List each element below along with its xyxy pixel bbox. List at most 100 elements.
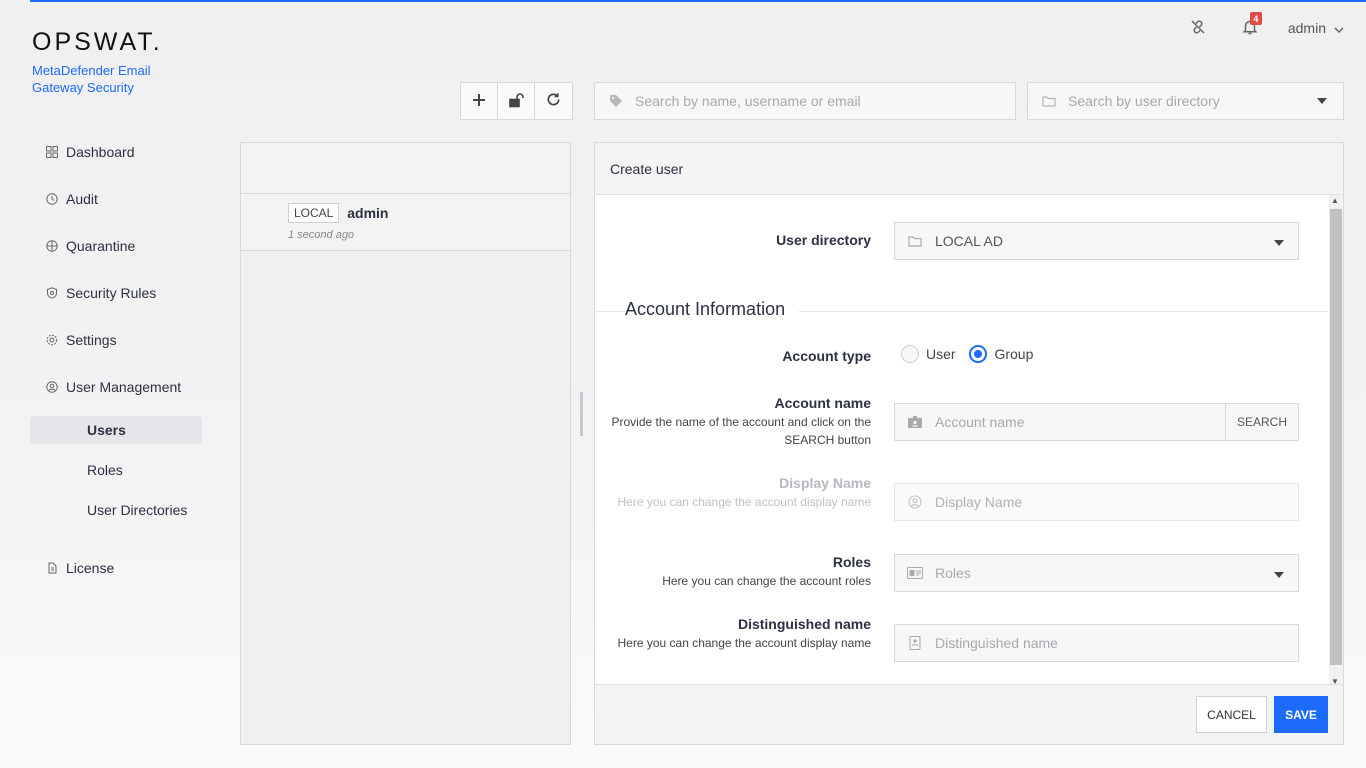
section-title: Account Information: [625, 299, 800, 320]
account-name-field[interactable]: Account name SEARCH: [894, 403, 1299, 441]
radio-user-label: User: [926, 346, 956, 362]
user-directory-select[interactable]: LOCAL AD: [894, 222, 1299, 260]
unlink-icon: [1189, 18, 1207, 39]
gear-icon: [46, 334, 58, 346]
unlock-icon: [508, 92, 524, 111]
list-toolbar: [460, 82, 573, 120]
folder-icon: [1042, 95, 1056, 107]
account-type-radios: User Group: [901, 345, 1043, 366]
dashboard-icon: [46, 145, 58, 158]
sidebar-item-label: Audit: [66, 190, 98, 207]
plus-icon: [472, 93, 486, 110]
chevron-down-icon: [1334, 20, 1344, 36]
sidebar-item-settings[interactable]: Settings: [30, 316, 202, 363]
create-user-panel: Create user User directory LOCAL AD Acco…: [594, 142, 1344, 745]
add-user-button[interactable]: [461, 83, 498, 119]
user-management-icon: [46, 380, 58, 393]
user-name: admin: [347, 205, 389, 221]
sidebar-item-label: License: [66, 559, 115, 576]
scrollbar-thumb[interactable]: [1330, 209, 1342, 665]
user-timestamp: 1 second ago: [288, 229, 355, 241]
header-actions: 4 admin: [1184, 12, 1344, 42]
directory-filter-placeholder: Search by user directory: [1068, 93, 1220, 109]
user-directory-value: LOCAL AD: [935, 233, 1003, 249]
save-button[interactable]: SAVE: [1274, 696, 1328, 733]
roles-placeholder: Roles: [935, 565, 971, 581]
radio-user-circle[interactable]: [901, 345, 919, 363]
panel-title: Create user: [595, 143, 1343, 195]
scroll-up-arrow[interactable]: ▲: [1331, 196, 1339, 205]
sidebar-subitem-users[interactable]: Users: [30, 416, 202, 444]
display-name-field[interactable]: Display Name: [894, 483, 1299, 521]
table-row[interactable]: LOCAL admin 1 second ago: [241, 194, 570, 251]
distinguished-name-field[interactable]: Distinguished name: [894, 624, 1299, 662]
sidebar-item-dashboard[interactable]: Dashboard: [30, 128, 202, 175]
contact-card-icon: [907, 636, 923, 650]
user-menu[interactable]: admin: [1288, 20, 1344, 36]
radio-group-circle[interactable]: [969, 345, 988, 363]
user-search-input[interactable]: [635, 93, 1015, 109]
product-name: MetaDefender Email Gateway Security: [32, 63, 151, 95]
caret-down-icon: [1274, 565, 1284, 581]
unlock-button[interactable]: [498, 83, 535, 119]
radio-user[interactable]: User: [901, 345, 956, 363]
account-type-label: Account type: [782, 348, 871, 364]
create-user-form: User directory LOCAL AD Account Informat…: [595, 195, 1328, 685]
tag-icon: [609, 94, 623, 108]
top-accent-line: [30, 0, 1366, 2]
sidebar: Dashboard Audit Quarantine Security Rule…: [30, 128, 202, 591]
user-list-header: [241, 143, 570, 194]
sidebar-item-audit[interactable]: Audit: [30, 175, 202, 222]
sidebar-item-user-management[interactable]: User Management: [30, 363, 202, 410]
quarantine-icon: [46, 239, 58, 252]
notifications-button[interactable]: 4: [1236, 12, 1264, 42]
sidebar-item-label: Dashboard: [66, 143, 135, 160]
disconnect-button[interactable]: [1184, 14, 1212, 42]
user-list-panel: LOCAL admin 1 second ago: [240, 142, 571, 745]
sidebar-subitem-user-directories[interactable]: User Directories: [30, 490, 202, 530]
distinguished-name-placeholder: Distinguished name: [935, 635, 1058, 651]
directory-filter-select[interactable]: Search by user directory: [1027, 82, 1344, 120]
roles-label: Roles: [832, 554, 871, 570]
notification-badge: 4: [1249, 12, 1262, 25]
sidebar-item-license[interactable]: License: [30, 544, 202, 591]
cancel-button[interactable]: CANCEL: [1196, 696, 1267, 733]
folder-icon: [907, 235, 923, 247]
display-name-label: Display Name: [779, 475, 871, 491]
radio-group[interactable]: Group: [969, 345, 1033, 363]
panel-resize-handle[interactable]: [580, 392, 583, 436]
distinguished-name-description: Here you can change the account display …: [617, 636, 872, 650]
sidebar-item-label: Security Rules: [66, 284, 157, 301]
display-name-placeholder: Display Name: [935, 494, 1023, 510]
id-badge-icon: [907, 415, 923, 429]
refresh-button[interactable]: [535, 83, 572, 119]
sidebar-item-label: Quarantine: [66, 237, 136, 254]
sidebar-subitem-roles[interactable]: Roles: [30, 450, 202, 490]
id-card-icon: [907, 567, 923, 579]
license-icon: [46, 562, 58, 574]
distinguished-name-label: Distinguished name: [737, 616, 871, 632]
caret-down-icon: [1317, 98, 1327, 104]
sidebar-item-quarantine[interactable]: Quarantine: [30, 222, 202, 269]
account-search-button[interactable]: SEARCH: [1224, 404, 1298, 440]
audit-icon: [46, 192, 58, 205]
sidebar-item-security-rules[interactable]: Security Rules: [30, 269, 202, 316]
sidebar-item-label: Settings: [66, 331, 117, 348]
user-directory-label: User directory: [776, 232, 871, 248]
brand-logo[interactable]: OPSWAT. MetaDefender Email Gateway Secur…: [32, 28, 172, 96]
sidebar-item-label: User Management: [66, 378, 182, 395]
radio-group-label: Group: [994, 346, 1034, 362]
roles-description: Here you can change the account roles: [662, 574, 871, 588]
shield-icon: [46, 286, 58, 299]
roles-select[interactable]: Roles: [894, 554, 1299, 592]
form-footer: CANCEL SAVE: [595, 684, 1343, 744]
username: admin: [1287, 20, 1326, 36]
opswat-logo: OPSWAT.: [32, 28, 163, 56]
form-scrollbar[interactable]: ▲ ▼: [1329, 195, 1343, 687]
account-name-label: Account name: [774, 395, 871, 411]
display-name-description: Here you can change the account display …: [617, 495, 872, 509]
user-search-box[interactable]: [594, 82, 1016, 120]
directory-tag: LOCAL: [288, 203, 340, 223]
account-name-placeholder: Account name: [935, 414, 1025, 430]
caret-down-icon: [1274, 233, 1284, 249]
